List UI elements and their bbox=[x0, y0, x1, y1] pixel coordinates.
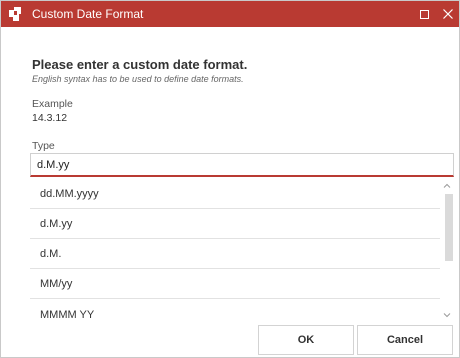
type-label: Type bbox=[32, 140, 55, 152]
list-item[interactable]: d.M. bbox=[30, 239, 440, 269]
list-item[interactable]: d.M.yy bbox=[30, 209, 440, 239]
list-item-label: MMMM YY bbox=[40, 309, 95, 321]
custom-date-format-dialog: Custom Date Format Please enter a custom… bbox=[0, 0, 460, 358]
list-item[interactable]: MMMM YY bbox=[30, 300, 440, 328]
list-item-label: d.M. bbox=[40, 247, 62, 260]
list-item-label: d.M.yy bbox=[40, 217, 73, 230]
list-item[interactable]: dd.MM.yyyy bbox=[30, 179, 440, 209]
close-button[interactable] bbox=[437, 1, 459, 27]
list-item-label: MM/yy bbox=[40, 277, 73, 290]
scroll-down-icon[interactable] bbox=[442, 310, 452, 320]
dialog-subheading: English syntax has to be used to define … bbox=[32, 74, 244, 84]
cancel-button[interactable]: Cancel bbox=[357, 325, 453, 355]
window-title: Custom Date Format bbox=[32, 7, 144, 21]
scrollbar-thumb[interactable] bbox=[445, 194, 453, 261]
example-label: Example bbox=[32, 98, 73, 110]
title-bar[interactable]: Custom Date Format bbox=[1, 1, 459, 27]
list-item-label: dd.MM.yyyy bbox=[40, 187, 99, 200]
list-item[interactable]: MM/yy bbox=[30, 269, 440, 299]
example-value: 14.3.12 bbox=[32, 112, 68, 124]
dialog-heading: Please enter a custom date format. bbox=[32, 57, 248, 72]
format-list[interactable]: dd.MM.yyyy d.M.yy d.M. MM/yy MMMM YY bbox=[30, 179, 454, 328]
ok-button[interactable]: OK bbox=[258, 325, 354, 355]
maximize-icon bbox=[419, 9, 429, 19]
scroll-up-icon[interactable] bbox=[442, 181, 452, 191]
close-icon bbox=[443, 9, 453, 19]
type-input[interactable] bbox=[30, 153, 454, 177]
maximize-button[interactable] bbox=[413, 1, 435, 27]
app-icon bbox=[9, 7, 21, 21]
